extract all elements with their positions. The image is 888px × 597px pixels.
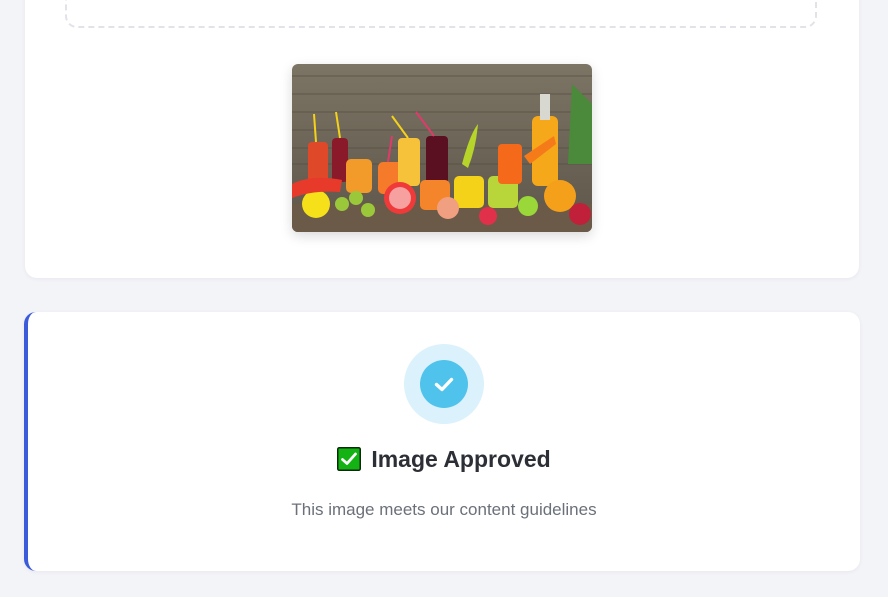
result-title: Image Approved	[28, 446, 860, 473]
upload-dropzone[interactable]	[65, 0, 817, 28]
result-title-text: Image Approved	[371, 446, 551, 472]
page: Image Approved This image meets our cont…	[0, 0, 888, 597]
check-circle-icon	[420, 360, 468, 408]
image-preview-graphic	[292, 64, 592, 232]
image-preview	[292, 64, 592, 232]
upload-card	[25, 0, 859, 278]
check-mark-glyph	[434, 377, 454, 392]
result-subtitle: This image meets our content guidelines	[291, 500, 597, 519]
green-check-box-icon	[337, 447, 362, 471]
moderation-result-card: Image Approved This image meets our cont…	[24, 312, 860, 571]
status-indicator	[404, 344, 484, 424]
